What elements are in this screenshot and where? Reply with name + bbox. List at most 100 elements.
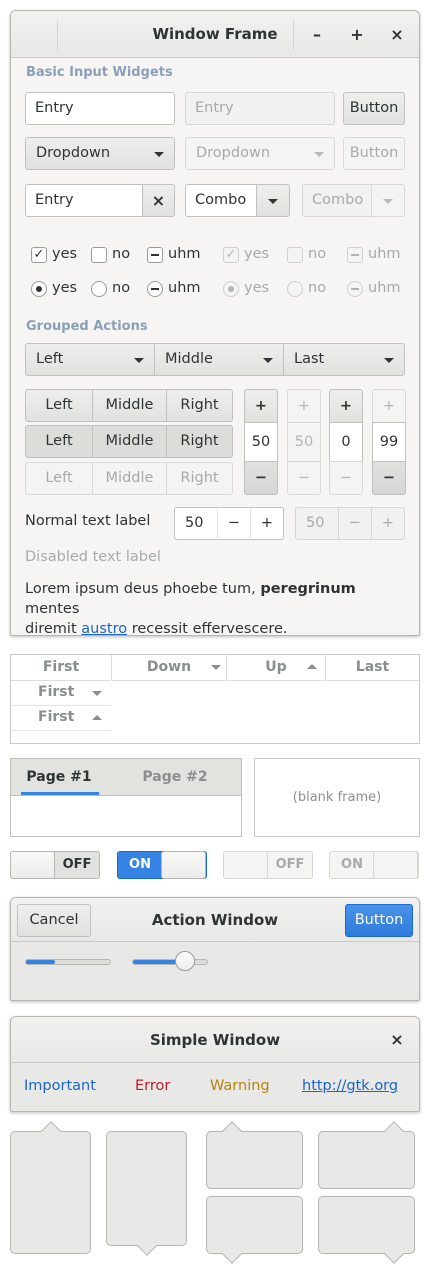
column-header-down[interactable]: Down — [112, 655, 226, 681]
slider-knob[interactable] — [175, 951, 195, 971]
segment-left-disabled: Left — [25, 462, 93, 495]
segment-middle-pressed[interactable]: Middle — [92, 425, 167, 458]
checkbox-label: no — [308, 246, 327, 262]
lorem-text: recessit effervescere. — [127, 621, 288, 636]
simple-window-header: Simple Window × — [11, 1017, 419, 1063]
radio-yes[interactable] — [31, 281, 47, 297]
checkbox-no-disabled — [287, 247, 303, 263]
radio-label: yes — [52, 280, 78, 296]
dropdown[interactable]: Dropdown — [25, 137, 175, 170]
segment-right[interactable]: Right — [166, 389, 233, 422]
combo-label: Last — [294, 351, 325, 367]
radio-uhm[interactable] — [147, 281, 163, 297]
lorem-text: Lorem ipsum deus phoebe tum, — [25, 581, 261, 597]
spin-plus-button[interactable]: + — [250, 507, 284, 540]
spin-entry-disabled: 50 — [295, 507, 339, 540]
entry-field[interactable]: Entry — [25, 92, 175, 125]
popover-arrow — [384, 1244, 404, 1264]
switch-on[interactable]: ON — [117, 851, 207, 879]
tree-row[interactable]: First — [11, 706, 111, 731]
popover-arrow — [222, 1244, 242, 1264]
popover-arrow — [384, 1121, 404, 1141]
spinner-3-plus-button[interactable]: + — [329, 389, 363, 423]
tree-row[interactable]: First — [11, 681, 111, 706]
spinner-1-minus-button[interactable]: − — [244, 461, 278, 495]
checkbox-uhm-disabled — [347, 247, 363, 263]
spinner-4-value[interactable]: 99 — [372, 422, 406, 462]
close-icon[interactable]: × — [385, 23, 409, 47]
segment-middle[interactable]: Middle — [92, 389, 167, 422]
column-header-up[interactable]: Up — [227, 655, 325, 681]
tree-view: First Down Up Last First First — [10, 654, 420, 744]
popover-arrow-top-right — [318, 1121, 415, 1189]
entry-disabled: Entry — [185, 92, 335, 125]
popover-arrow-bottom-left — [206, 1196, 303, 1264]
segment-right-pressed[interactable]: Right — [166, 425, 233, 458]
combo-label: Middle — [165, 351, 213, 367]
spinner-1-plus-button[interactable]: + — [244, 389, 278, 423]
maximize-icon[interactable]: + — [345, 23, 369, 47]
spinner-2-value: 50 — [287, 422, 321, 462]
expander-up-icon — [92, 715, 102, 720]
suggested-action-button[interactable]: Button — [345, 904, 413, 937]
radio-no[interactable] — [91, 281, 107, 297]
tab-page-2[interactable]: Page #2 — [135, 759, 215, 795]
chevron-down-icon — [154, 152, 164, 157]
switch-knob — [373, 851, 418, 879]
spinner-3-value[interactable]: 0 — [329, 422, 363, 462]
linked-combo-left[interactable]: Left — [25, 343, 155, 376]
checkbox-label: yes — [244, 246, 270, 262]
dropdown-disabled: Dropdown — [185, 137, 335, 170]
slider-fill — [26, 960, 55, 964]
clearable-entry[interactable]: Entry — [25, 184, 143, 217]
button[interactable]: Button — [343, 92, 405, 125]
lorem-link[interactable]: austro — [81, 621, 127, 635]
warning-label: Warning — [210, 1078, 270, 1094]
spinner-4-minus-button[interactable]: − — [372, 461, 406, 495]
slider-1[interactable] — [25, 959, 111, 965]
titlebar-separator — [293, 20, 294, 50]
popover-arrow — [222, 1121, 242, 1141]
switch-knob — [161, 851, 206, 879]
spinner-2-minus-button: − — [287, 461, 321, 495]
combo-dropdown-button[interactable] — [256, 184, 290, 217]
notebook: Page #1 Page #2 — [10, 758, 242, 837]
spin-entry[interactable]: 50 — [174, 507, 218, 540]
clear-icon[interactable]: × — [142, 184, 175, 217]
checkbox-uhm[interactable] — [147, 247, 163, 263]
column-header-last[interactable]: Last — [326, 655, 419, 681]
checkbox-yes[interactable]: ✓ — [31, 247, 47, 263]
lorem-paragraph: Lorem ipsum deus phoebe tum, peregrinum … — [25, 579, 409, 636]
header-label: Down — [146, 659, 192, 675]
tab-page-1[interactable]: Page #1 — [19, 759, 99, 795]
linked-combo-last[interactable]: Last — [283, 343, 405, 376]
switch-off[interactable]: OFF — [10, 851, 100, 879]
expander-down-icon — [92, 691, 102, 696]
window-frame: Window Frame – + × Basic Input Widgets E… — [10, 10, 420, 636]
popover-arrow — [41, 1121, 61, 1141]
chevron-down-icon — [383, 199, 393, 204]
popover-arrow-top — [10, 1121, 91, 1254]
switch-knob — [10, 851, 55, 879]
switch-label: OFF — [275, 857, 305, 872]
important-label: Important — [24, 1078, 96, 1094]
gtk-link[interactable]: http://gtk.org — [302, 1078, 398, 1094]
column-header-first[interactable]: First — [11, 655, 111, 681]
blank-frame: (blank frame) — [254, 758, 420, 837]
close-icon[interactable]: × — [385, 1028, 409, 1052]
segment-left-pressed[interactable]: Left — [25, 425, 93, 458]
segment-left[interactable]: Left — [25, 389, 93, 422]
segment-right-disabled: Right — [166, 462, 233, 495]
checkbox-no[interactable] — [91, 247, 107, 263]
linked-combo-middle[interactable]: Middle — [154, 343, 284, 376]
spin-minus-button[interactable]: − — [217, 507, 251, 540]
combo-entry[interactable]: Combo — [185, 184, 257, 217]
minimize-icon[interactable]: – — [305, 23, 329, 47]
popover-arrow-bottom — [106, 1131, 187, 1256]
slider-2[interactable] — [132, 951, 208, 971]
radio-label: yes — [244, 280, 270, 296]
switch-off-disabled: OFF — [223, 851, 313, 879]
spinner-1-value[interactable]: 50 — [244, 422, 278, 462]
radio-no-disabled — [287, 281, 303, 297]
chevron-down-icon — [314, 152, 324, 157]
